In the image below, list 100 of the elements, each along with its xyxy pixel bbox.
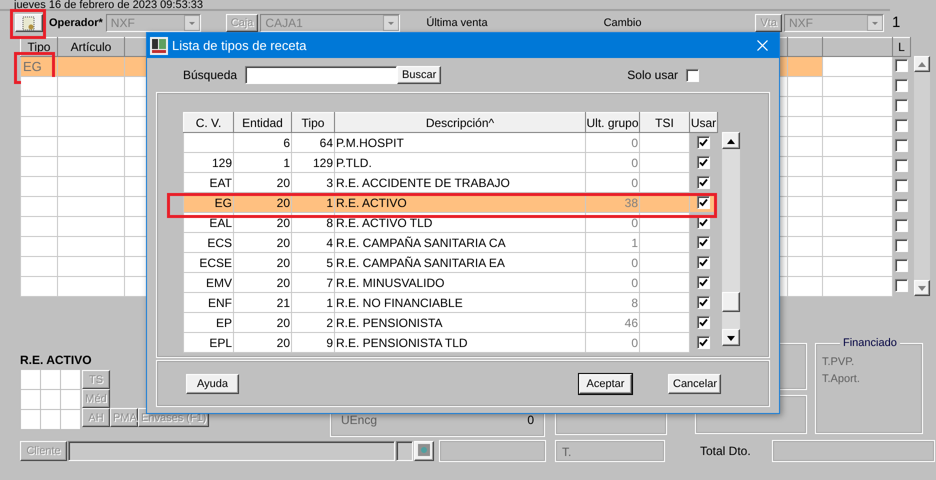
last-group-cell: 46 bbox=[624, 316, 638, 330]
description-cell: R.E. PENSIONISTA TLD bbox=[336, 336, 468, 350]
description-cell: R.E. PENSIONISTA bbox=[336, 316, 442, 330]
search-button[interactable]: Buscar bbox=[397, 66, 442, 84]
description-cell: R.E. NO FINANCIABLE bbox=[336, 296, 463, 310]
use-checkbox[interactable] bbox=[697, 236, 710, 248]
description-cell: R.E. CAMPAÑA SANITARIA EA bbox=[336, 256, 505, 270]
use-checkbox[interactable] bbox=[697, 176, 710, 188]
use-checkbox[interactable] bbox=[697, 156, 710, 168]
code-cells bbox=[21, 370, 80, 429]
date-text: jueves 16 de febrero de 2023 09:53:33 bbox=[0, 0, 890, 11]
description-cell: P.TLD. bbox=[336, 156, 372, 170]
last-group-cell: 0 bbox=[631, 276, 638, 290]
only-use-checkbox[interactable] bbox=[686, 68, 699, 82]
use-checkbox[interactable] bbox=[697, 336, 710, 348]
scroll-up-button[interactable] bbox=[722, 132, 740, 149]
entity-cell: 1 bbox=[283, 156, 290, 170]
description-cell: R.E. ACTIVO TLD bbox=[336, 216, 432, 230]
checkbox[interactable] bbox=[895, 238, 908, 252]
scroll-thumb[interactable] bbox=[722, 292, 740, 312]
checkbox[interactable] bbox=[895, 218, 908, 232]
grid-cell bbox=[788, 176, 822, 196]
code-cell: EG bbox=[214, 196, 232, 210]
entity-cell: 20 bbox=[276, 256, 290, 270]
column-header[interactable]: C. V. bbox=[184, 112, 234, 132]
use-checkbox[interactable] bbox=[697, 256, 710, 268]
checkbox[interactable] bbox=[895, 198, 908, 212]
up-arrow-icon bbox=[727, 138, 735, 144]
column-header[interactable]: Ult. grupo bbox=[586, 112, 640, 132]
total-label: T. bbox=[562, 445, 572, 459]
scrollbar[interactable] bbox=[722, 132, 740, 346]
checkbox[interactable] bbox=[895, 98, 908, 112]
financed-label: T.PVP. bbox=[822, 356, 856, 370]
column-header[interactable]: Descripción^ bbox=[334, 112, 586, 132]
entity-cell: 21 bbox=[276, 296, 290, 310]
code-cell: 129 bbox=[212, 156, 232, 170]
type-cell: 3 bbox=[326, 176, 333, 190]
only-use-label: Solo usar bbox=[627, 68, 678, 82]
column-header[interactable]: TSI bbox=[640, 112, 690, 132]
last-group-cell: 0 bbox=[631, 136, 638, 150]
description-cell: R.E. CAMPAÑA SANITARIA CA bbox=[336, 236, 506, 250]
use-checkbox[interactable] bbox=[697, 276, 710, 288]
entity-cell: 20 bbox=[276, 316, 290, 330]
up-arrow-icon bbox=[918, 62, 926, 67]
type-cell: 64 bbox=[320, 136, 333, 150]
dialog-button[interactable]: Aceptar bbox=[579, 374, 632, 394]
scroll-down-button[interactable] bbox=[722, 329, 740, 346]
last-sale-label: Última venta bbox=[426, 17, 488, 29]
code-cell: ECS bbox=[207, 236, 232, 250]
checkbox[interactable] bbox=[895, 78, 908, 92]
use-checkbox[interactable] bbox=[697, 196, 710, 208]
use-checkbox[interactable] bbox=[697, 136, 710, 148]
last-group-cell: 38 bbox=[624, 196, 638, 210]
description-cell: R.E. ACCIDENTE DE TRABAJO bbox=[336, 176, 510, 190]
financed-title: Financiado bbox=[840, 337, 900, 349]
last-group-cell: 0 bbox=[631, 156, 638, 170]
checkbox[interactable] bbox=[895, 158, 908, 172]
code-cell: EP bbox=[216, 316, 232, 330]
checkbox[interactable] bbox=[895, 278, 908, 292]
client-field[interactable] bbox=[68, 441, 395, 461]
units-value: 0 bbox=[527, 413, 534, 427]
code-cell: EMV bbox=[206, 276, 232, 290]
column-header[interactable]: Usar bbox=[690, 112, 718, 132]
type-cell: 1 bbox=[326, 196, 333, 210]
entity-cell: 20 bbox=[276, 196, 290, 210]
checkbox[interactable] bbox=[895, 258, 908, 272]
type-cell: 7 bbox=[326, 276, 333, 290]
scrollbar[interactable] bbox=[914, 56, 930, 296]
description-cell: R.E. ACTIVO bbox=[336, 196, 407, 210]
toolbar-button[interactable] bbox=[15, 14, 43, 32]
use-checkbox[interactable] bbox=[697, 316, 710, 328]
column-header[interactable]: Tipo bbox=[292, 112, 334, 132]
column-header[interactable]: L bbox=[892, 38, 910, 56]
checkbox[interactable] bbox=[895, 138, 908, 152]
checkbox[interactable] bbox=[895, 178, 908, 192]
use-checkbox[interactable] bbox=[697, 296, 710, 308]
scroll-down-button[interactable] bbox=[914, 280, 930, 296]
checkbox[interactable] bbox=[895, 118, 908, 132]
grid-cell bbox=[788, 116, 822, 136]
row-type-text: EG bbox=[23, 59, 42, 74]
grid-cell bbox=[788, 256, 822, 276]
code-cell: EAT bbox=[210, 176, 232, 190]
scroll-up-button[interactable] bbox=[914, 56, 930, 72]
search-field[interactable] bbox=[245, 66, 398, 84]
dialog-button[interactable]: Cancelar bbox=[668, 374, 721, 394]
card-reader-button[interactable] bbox=[414, 441, 434, 461]
checkbox[interactable] bbox=[895, 58, 908, 72]
type-cell: 5 bbox=[326, 256, 333, 270]
dialog-title: Lista de tipos de receta bbox=[172, 38, 306, 53]
last-group-cell: 0 bbox=[631, 256, 638, 270]
last-group-cell: 0 bbox=[631, 336, 638, 350]
app-logo-icon bbox=[150, 36, 168, 54]
financed-label: T.Aport. bbox=[822, 373, 861, 387]
column-header[interactable]: Artículo bbox=[58, 38, 124, 56]
dialog-button[interactable]: Ayuda bbox=[186, 374, 239, 394]
column-header[interactable]: Entidad bbox=[234, 112, 292, 132]
type-cell: 2 bbox=[326, 316, 333, 330]
grid-cell bbox=[788, 236, 822, 256]
client-code-field[interactable] bbox=[396, 441, 413, 461]
close-icon bbox=[756, 40, 768, 51]
